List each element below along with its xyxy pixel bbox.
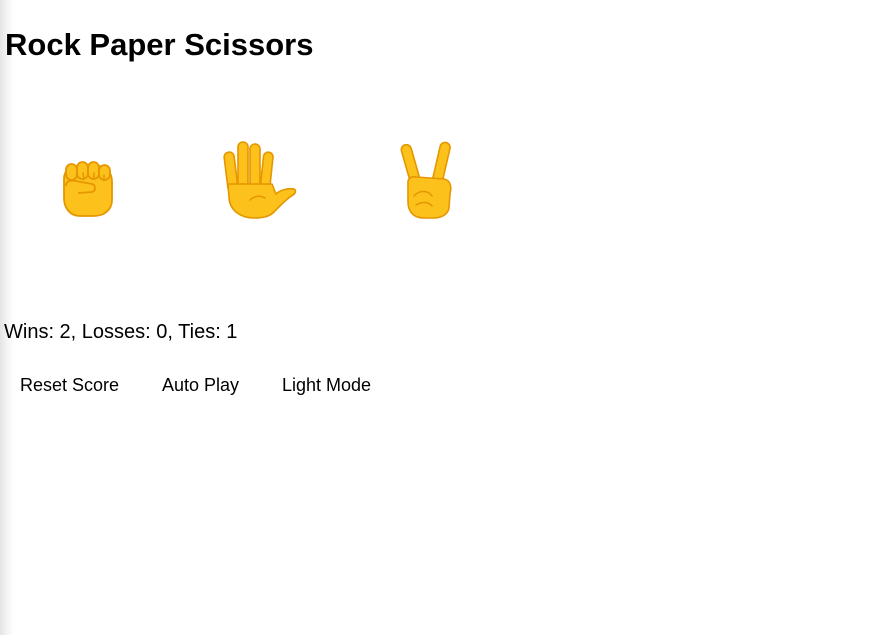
paper-button[interactable] [216,138,306,228]
reset-score-button[interactable]: Reset Score [20,372,119,398]
game-page: Rock Paper Scissors Wins: 2, Losses: 0, … [4,0,864,635]
game-controls: Reset Score Auto Play Light Mode [4,372,504,398]
auto-play-button[interactable]: Auto Play [162,372,239,398]
raised-hand-fingers-splayed-icon [223,141,297,219]
light-mode-button[interactable]: Light Mode [282,372,371,398]
scissors-button[interactable] [386,138,476,228]
raised-fist-icon [63,161,113,217]
score-text: Wins: 2, Losses: 0, Ties: 1 [4,321,238,343]
move-buttons [4,138,524,228]
rock-button[interactable] [44,138,134,228]
victory-hand-icon [400,141,452,219]
page-title: Rock Paper Scissors [5,27,314,62]
